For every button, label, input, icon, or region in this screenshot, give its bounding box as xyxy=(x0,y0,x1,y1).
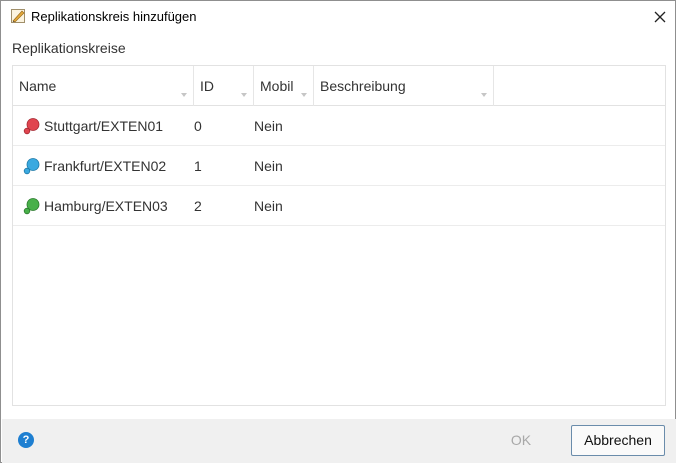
dialog-footer: ? OK Abbrechen xyxy=(2,419,676,463)
column-header-label: Beschreibung xyxy=(320,78,406,94)
table-row[interactable]: Frankfurt/EXTEN02 1 Nein xyxy=(13,146,665,186)
cell-mobil: Nein xyxy=(254,118,283,134)
cell-mobil: Nein xyxy=(254,198,283,214)
cell-name: Hamburg/EXTEN03 xyxy=(13,186,194,226)
column-header-label: ID xyxy=(200,78,214,94)
red-circle-icon xyxy=(23,117,41,135)
column-header-id[interactable]: ID xyxy=(194,66,254,106)
title-bar: Replikationskreis hinzufügen xyxy=(1,1,675,33)
help-icon[interactable]: ? xyxy=(18,432,34,448)
cell-beschreibung xyxy=(314,186,494,226)
ok-button[interactable]: OK xyxy=(480,425,562,455)
cell-id: 1 xyxy=(194,158,202,174)
section-label: Replikationskreise xyxy=(12,40,126,56)
cell-id: 2 xyxy=(194,198,202,214)
replication-circle-table: Name ID Mobil Beschreibung Stuttgart/EXT… xyxy=(12,65,666,406)
close-icon xyxy=(654,11,666,23)
dialog: Replikationskreis hinzufügen Replikation… xyxy=(0,0,676,463)
sort-arrow-icon[interactable] xyxy=(481,93,487,97)
green-circle-icon xyxy=(23,197,41,215)
window-title: Replikationskreis hinzufügen xyxy=(31,9,197,24)
sort-arrow-icon[interactable] xyxy=(241,93,247,97)
cancel-button[interactable]: Abbrechen xyxy=(571,425,665,456)
column-header-label: Name xyxy=(19,78,57,94)
close-button[interactable] xyxy=(645,2,675,32)
cell-id: 0 xyxy=(194,118,202,134)
column-header-mobil[interactable]: Mobil xyxy=(254,66,314,106)
column-header-name[interactable]: Name xyxy=(13,66,194,106)
table-header: Name ID Mobil Beschreibung xyxy=(13,66,665,106)
document-pencil-icon xyxy=(10,8,26,24)
sort-arrow-icon[interactable] xyxy=(301,93,307,97)
column-header-beschreibung[interactable]: Beschreibung xyxy=(314,66,494,106)
cell-mobil: Nein xyxy=(254,158,283,174)
cell-beschreibung xyxy=(314,106,494,146)
blue-circle-icon xyxy=(23,157,41,175)
cell-name: Frankfurt/EXTEN02 xyxy=(13,146,194,186)
column-header-label: Mobil xyxy=(260,78,294,94)
cell-beschreibung xyxy=(314,146,494,186)
table-row[interactable]: Hamburg/EXTEN03 2 Nein xyxy=(13,186,665,226)
sort-arrow-icon[interactable] xyxy=(181,93,187,97)
table-row[interactable]: Stuttgart/EXTEN01 0 Nein xyxy=(13,106,665,146)
cell-name: Stuttgart/EXTEN01 xyxy=(13,106,194,146)
